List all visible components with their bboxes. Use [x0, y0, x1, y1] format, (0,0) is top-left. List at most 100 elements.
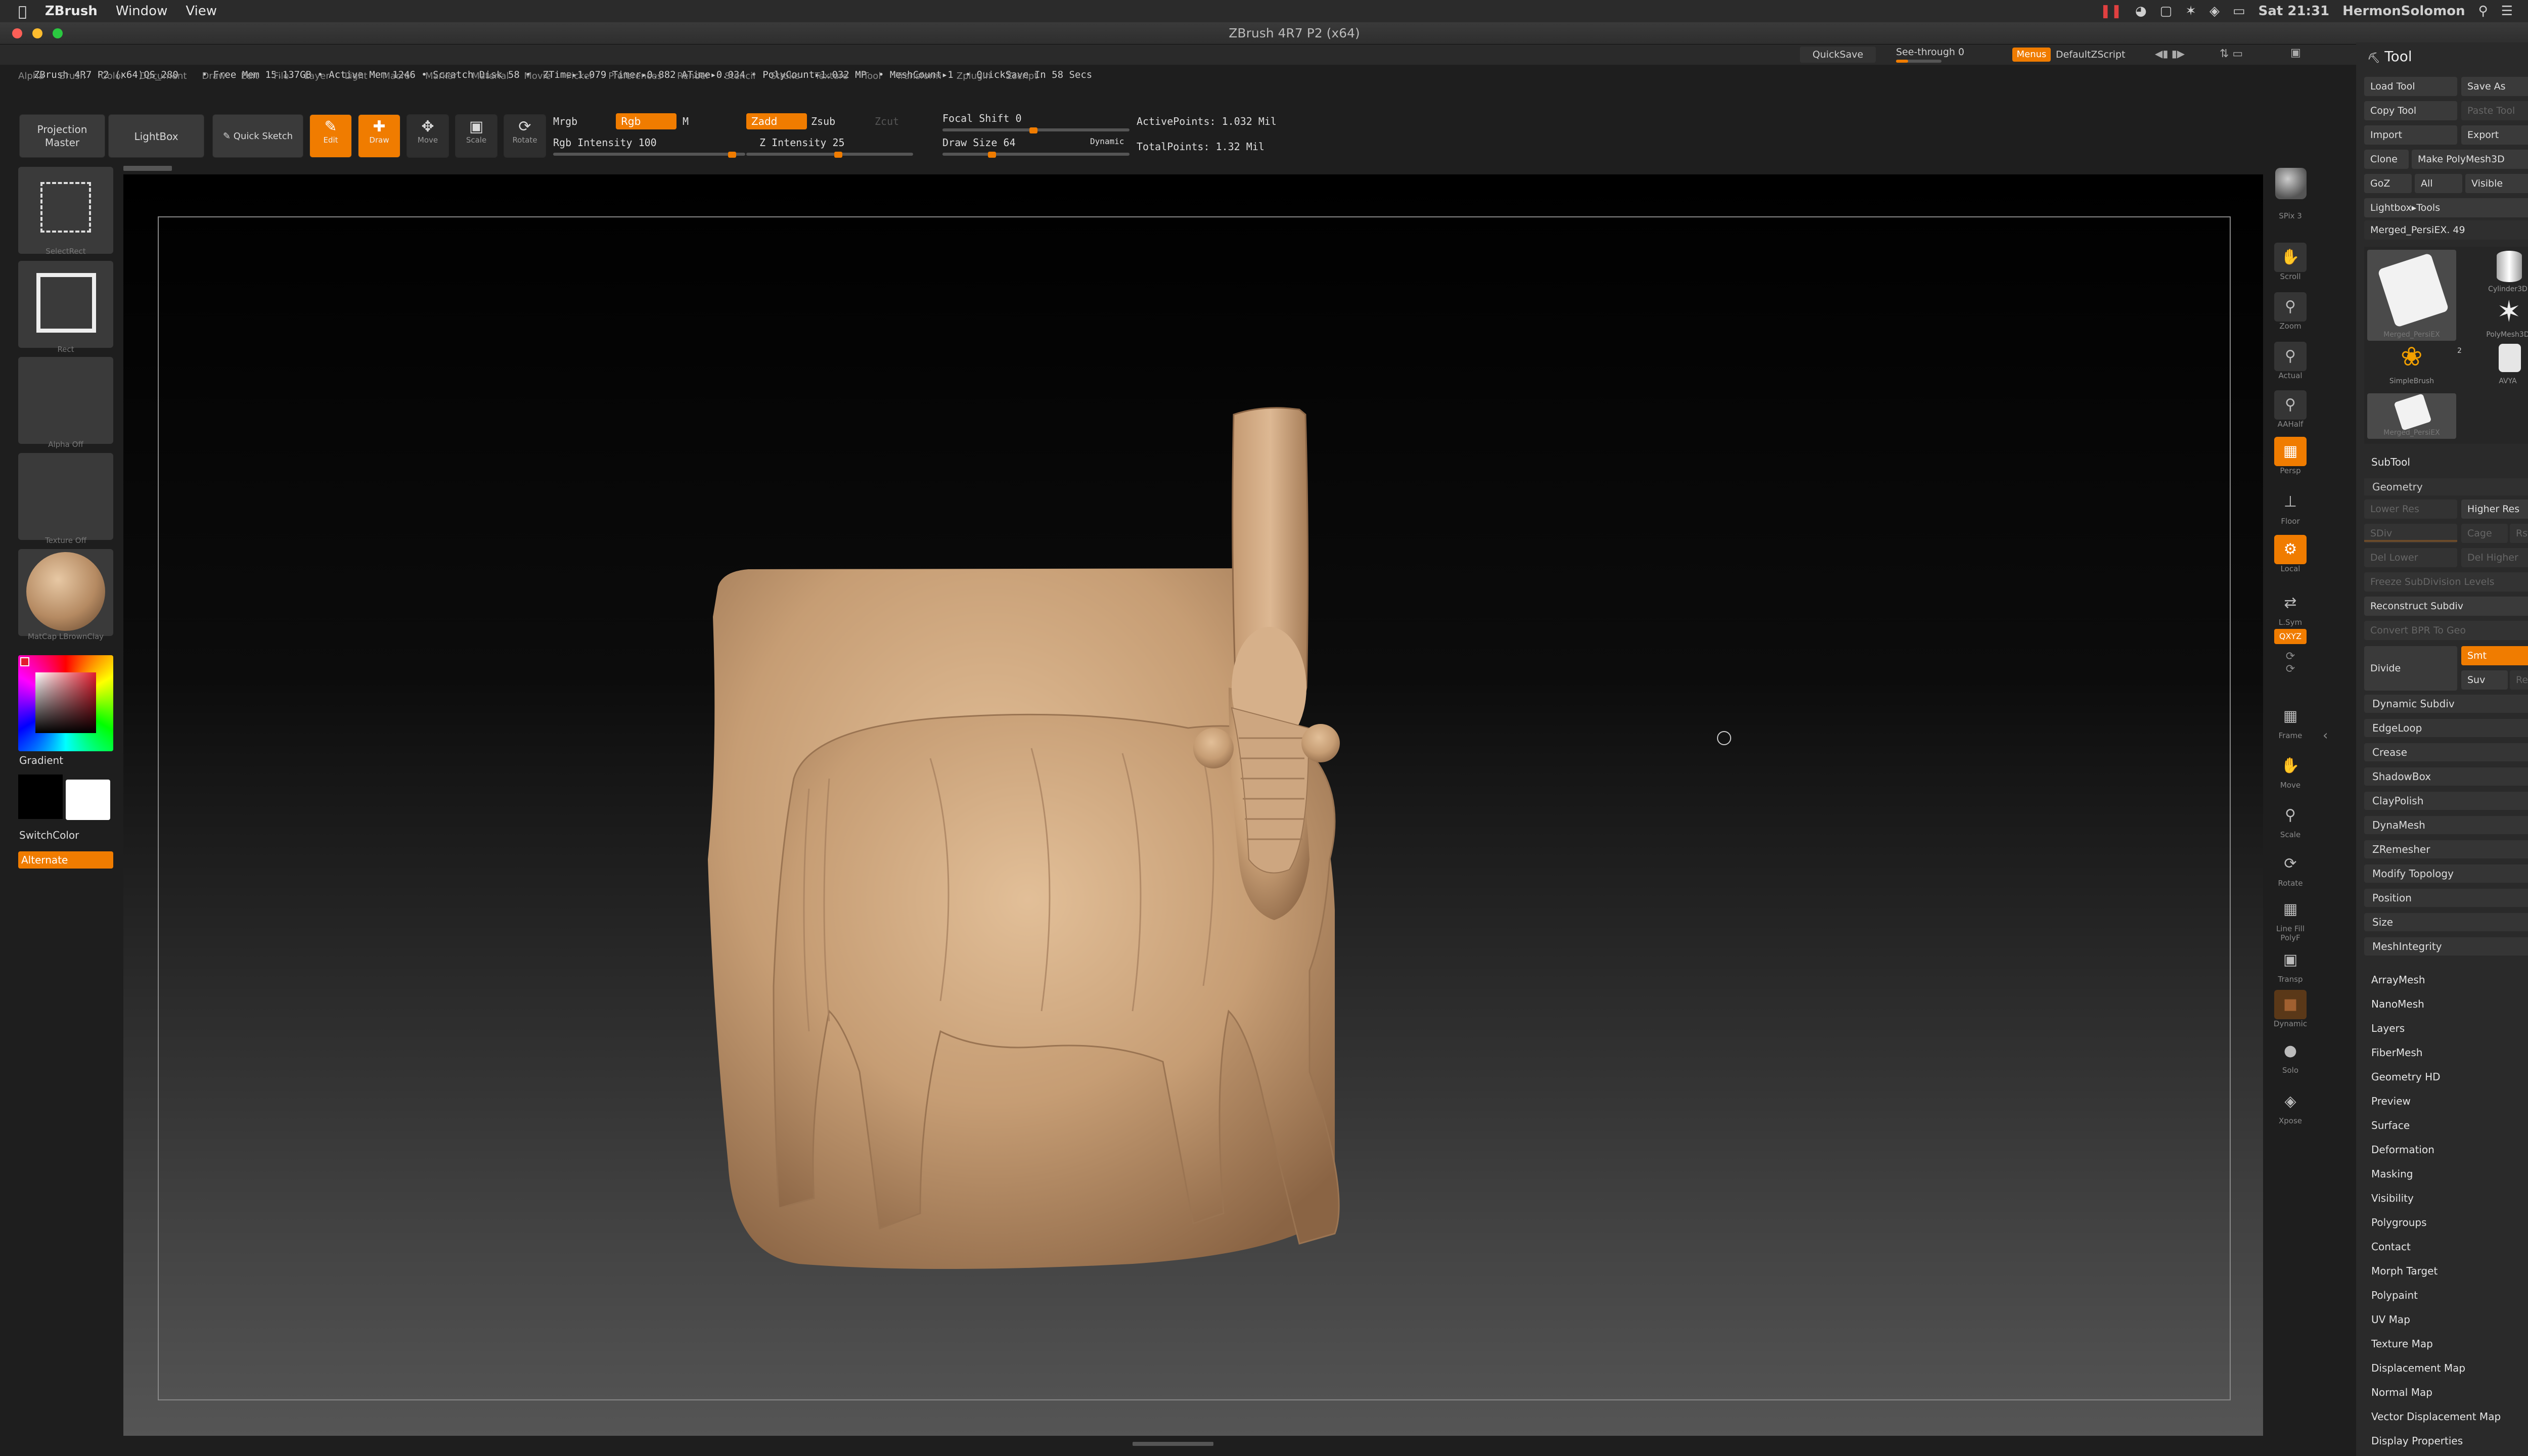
- dynamesh-section[interactable]: DynaMesh: [2364, 816, 2528, 834]
- edgeloop-section[interactable]: EdgeLoop: [2364, 719, 2528, 737]
- edit-button[interactable]: ✎ Edit: [309, 114, 352, 158]
- thumb-merged[interactable]: Merged_PersiEX: [2367, 250, 2456, 341]
- menu-layer[interactable]: Layer: [304, 71, 329, 88]
- user-name[interactable]: HermonSolomon: [2342, 4, 2465, 19]
- texture-button[interactable]: [18, 453, 113, 540]
- reuv-button[interactable]: ReUV: [2510, 670, 2528, 690]
- rect-button[interactable]: [18, 261, 113, 348]
- zremesher-section[interactable]: ZRemesher: [2364, 840, 2528, 858]
- default-zscript-button[interactable]: DefaultZScript: [2056, 48, 2152, 62]
- copy-tool-button[interactable]: Copy Tool: [2364, 101, 2457, 120]
- menu-color[interactable]: Color: [101, 71, 124, 88]
- polypaint-section[interactable]: Polypaint: [2371, 1289, 2418, 1301]
- all-button[interactable]: All: [2415, 174, 2462, 193]
- menu-document[interactable]: Document: [140, 71, 187, 88]
- apple-icon[interactable]: : [18, 3, 27, 20]
- surface-section[interactable]: Surface: [2371, 1119, 2410, 1131]
- rotation-axis-icons[interactable]: ⟳ ⟳: [2270, 650, 2311, 675]
- morph-target-section[interactable]: Morph Target: [2371, 1265, 2437, 1277]
- material-button[interactable]: [18, 549, 113, 636]
- vector-displacement-map-section[interactable]: Vector Displacement Map: [2371, 1410, 2501, 1423]
- import-button[interactable]: Import: [2364, 125, 2457, 145]
- menu-picker[interactable]: Picker: [566, 71, 594, 88]
- dynamic-subdiv-section[interactable]: Dynamic Subdiv: [2364, 695, 2528, 713]
- smt-button[interactable]: Smt: [2461, 646, 2528, 665]
- menu-zplugin[interactable]: Zplugin: [957, 71, 991, 88]
- floor-button[interactable]: ⊥ Floor: [2270, 487, 2311, 526]
- m-button[interactable]: M: [683, 115, 689, 127]
- spotlight-icon[interactable]: ⚲: [2478, 4, 2488, 19]
- geometry-header[interactable]: Geometry: [2364, 478, 2528, 495]
- notification-center-icon[interactable]: ☰: [2501, 4, 2513, 19]
- xpose-button[interactable]: ◈ Xpose: [2270, 1087, 2311, 1125]
- secondary-color-swatch[interactable]: [66, 780, 110, 820]
- z-intensity-knob[interactable]: [834, 152, 842, 158]
- color-picker[interactable]: [18, 655, 113, 751]
- zoom-button[interactable]: ⚲ Zoom: [2270, 292, 2311, 331]
- visibility-section[interactable]: Visibility: [2371, 1192, 2414, 1204]
- scale-view-button[interactable]: ⚲ Scale: [2270, 801, 2311, 839]
- quick-sketch-button[interactable]: ✎ Quick Sketch: [212, 114, 303, 158]
- thumb-simplebrush[interactable]: ❀ SimpleBrush: [2367, 342, 2456, 389]
- draw-size-knob[interactable]: [988, 152, 996, 158]
- rstr-button[interactable]: Rstr: [2510, 524, 2528, 543]
- spix-sphere-icon[interactable]: [2275, 168, 2307, 199]
- menu-window[interactable]: Window: [116, 4, 168, 19]
- scale-button[interactable]: ▣ Scale: [455, 114, 498, 158]
- preview-section[interactable]: Preview: [2371, 1095, 2411, 1107]
- ghost-button[interactable]: ■ Dynamic: [2270, 990, 2311, 1028]
- menu-zscript[interactable]: Zscript: [1006, 71, 1038, 88]
- lightbox-tools-button[interactable]: Lightbox▸Tools: [2364, 198, 2528, 217]
- color-picker-marker[interactable]: [20, 657, 29, 666]
- z-intensity-slider[interactable]: [746, 153, 913, 156]
- layers-section[interactable]: Layers: [2371, 1022, 2405, 1034]
- draw-button[interactable]: ✚ Draw: [358, 114, 400, 158]
- alpha-button[interactable]: [18, 357, 113, 444]
- menu-stencil[interactable]: Stencil: [725, 71, 755, 88]
- actual-button[interactable]: ⚲ Actual: [2270, 342, 2311, 380]
- menu-stroke[interactable]: Stroke: [771, 71, 799, 88]
- contact-section[interactable]: Contact: [2371, 1241, 2411, 1253]
- switch-color-button[interactable]: SwitchColor: [19, 829, 79, 841]
- menu-draw[interactable]: Draw: [202, 71, 225, 88]
- close-window-icon[interactable]: [12, 28, 22, 38]
- polyf-button[interactable]: ▦ Line Fill PolyF: [2270, 895, 2311, 942]
- see-through-slider[interactable]: See-through 0: [1896, 47, 2007, 63]
- zadd-button[interactable]: Zadd: [746, 113, 807, 129]
- menu-render[interactable]: Render: [677, 71, 709, 88]
- menu-file[interactable]: File: [274, 71, 289, 88]
- canvas-bottom-handle[interactable]: [1133, 1442, 1213, 1446]
- draw-size-slider[interactable]: [942, 153, 1130, 156]
- geometry-hd-section[interactable]: Geometry HD: [2371, 1071, 2441, 1083]
- size-section[interactable]: Size: [2364, 913, 2528, 931]
- persp-button[interactable]: ▦ Persp: [2270, 437, 2311, 475]
- shadowbox-section[interactable]: ShadowBox: [2364, 767, 2528, 786]
- spix-label[interactable]: SPix 3: [2270, 211, 2311, 220]
- thumb-avya[interactable]: AVYA: [2463, 344, 2528, 389]
- paste-tool-button[interactable]: Paste Tool: [2461, 101, 2528, 120]
- menu-material[interactable]: Material: [472, 71, 509, 88]
- make-polymesh-button[interactable]: Make PolyMesh3D: [2412, 150, 2528, 169]
- mrgb-button[interactable]: Mrgb: [553, 115, 577, 127]
- clone-button[interactable]: Clone: [2364, 150, 2409, 169]
- tool-panel-pin-icon[interactable]: ⛏: [2367, 52, 2380, 64]
- right-tray-collapse-icon[interactable]: ‹: [2323, 728, 2328, 743]
- xyz-button[interactable]: QXYZ: [2270, 629, 2311, 644]
- masking-section[interactable]: Masking: [2371, 1168, 2413, 1180]
- convert-bpr-button[interactable]: Convert BPR To Geo: [2364, 621, 2528, 640]
- rgb-intensity-slider[interactable]: [553, 153, 745, 156]
- export-button[interactable]: Export: [2461, 125, 2528, 145]
- meshintegrity-section[interactable]: MeshIntegrity: [2364, 937, 2528, 956]
- position-section[interactable]: Position: [2364, 889, 2528, 907]
- menu-transform[interactable]: Transform: [896, 71, 941, 88]
- rotate-button[interactable]: ⟳ Rotate: [504, 114, 546, 158]
- del-lower-button[interactable]: Del Lower: [2364, 548, 2457, 567]
- layout-switch-icon[interactable]: ⇅ ▭: [2220, 48, 2243, 60]
- menu-tool[interactable]: Tool: [863, 71, 881, 88]
- higher-res-button[interactable]: Higher Res: [2461, 499, 2528, 519]
- current-tool-slider[interactable]: Merged_PersiEX. 49: [2364, 220, 2528, 240]
- rgb-button[interactable]: Rgb: [616, 113, 676, 129]
- save-as-button[interactable]: Save As: [2461, 77, 2528, 96]
- quicksave-button[interactable]: QuickSave: [1800, 47, 1876, 63]
- local-button[interactable]: ⚙ Local: [2270, 535, 2311, 573]
